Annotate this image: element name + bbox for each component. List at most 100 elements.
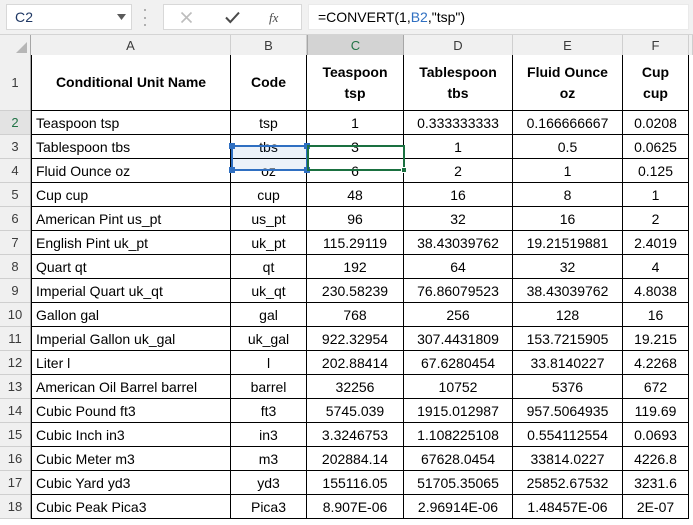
cell-B15[interactable]: in3 (231, 423, 307, 447)
cell-F18[interactable]: 2E-07 (623, 495, 689, 519)
cell-D17[interactable]: 51705.35065 (404, 471, 513, 495)
cell-D9[interactable]: 76.86079523 (404, 279, 513, 303)
row-header-3[interactable]: 3 (0, 135, 30, 159)
row-header-6[interactable]: 6 (0, 207, 30, 231)
cell-D16[interactable]: 67628.0454 (404, 447, 513, 471)
cell-C17[interactable]: 155116.05 (307, 471, 404, 495)
cell-B11[interactable]: uk_gal (231, 327, 307, 351)
cell-D12[interactable]: 67.6280454 (404, 351, 513, 375)
cell-F5[interactable]: 1 (623, 183, 689, 207)
cell-D8[interactable]: 64 (404, 255, 513, 279)
cell-B2[interactable]: tsp (231, 111, 307, 135)
cell-E18[interactable]: 1.48457E-06 (513, 495, 623, 519)
cell-C14[interactable]: 5745.039 (307, 399, 404, 423)
cell-A5[interactable]: Cup cup (31, 183, 231, 207)
cell-A6[interactable]: American Pint us_pt (31, 207, 231, 231)
row-header-4[interactable]: 4 (0, 159, 30, 183)
column-header-e[interactable]: E (513, 35, 623, 55)
cell-A8[interactable]: Quart qt (31, 255, 231, 279)
cell-B7[interactable]: uk_pt (231, 231, 307, 255)
cell-A15[interactable]: Cubic Inch in3 (31, 423, 231, 447)
cell-B4[interactable]: oz (231, 159, 307, 183)
cell-E9[interactable]: 38.43039762 (513, 279, 623, 303)
cell-F3[interactable]: 0.0625 (623, 135, 689, 159)
cell-D4[interactable]: 2 (404, 159, 513, 183)
cell-D11[interactable]: 307.4431809 (404, 327, 513, 351)
cell-E10[interactable]: 128 (513, 303, 623, 327)
cell-F8[interactable]: 4 (623, 255, 689, 279)
cell-B12[interactable]: l (231, 351, 307, 375)
cell-C13[interactable]: 32256 (307, 375, 404, 399)
cell-D3[interactable]: 1 (404, 135, 513, 159)
cell-A2[interactable]: Teaspoon tsp (31, 111, 231, 135)
cell-A11[interactable]: Imperial Gallon uk_gal (31, 327, 231, 351)
row-header-15[interactable]: 15 (0, 423, 30, 447)
cell-B9[interactable]: uk_qt (231, 279, 307, 303)
cell-F11[interactable]: 19.215 (623, 327, 689, 351)
cell-C7[interactable]: 115.29119 (307, 231, 404, 255)
cell-F13[interactable]: 672 (623, 375, 689, 399)
cell-E3[interactable]: 0.5 (513, 135, 623, 159)
cell-C9[interactable]: 230.58239 (307, 279, 404, 303)
cell-C6[interactable]: 96 (307, 207, 404, 231)
cell-D14[interactable]: 1915.012987 (404, 399, 513, 423)
cell-E8[interactable]: 32 (513, 255, 623, 279)
fx-icon[interactable]: fx (255, 5, 301, 29)
formula-input[interactable]: =CONVERT(1, B2 ,"tsp") (308, 4, 689, 30)
cell-C12[interactable]: 202.88414 (307, 351, 404, 375)
cell-A7[interactable]: English Pint uk_pt (31, 231, 231, 255)
cell-E4[interactable]: 1 (513, 159, 623, 183)
cell-B5[interactable]: cup (231, 183, 307, 207)
cell-E2[interactable]: 0.166666667 (513, 111, 623, 135)
cell-A18[interactable]: Cubic Peak Pica3 (31, 495, 231, 519)
row-header-16[interactable]: 16 (0, 447, 30, 471)
row-header-2[interactable]: 2 (0, 111, 30, 135)
cell-C11[interactable]: 922.32954 (307, 327, 404, 351)
cell-A17[interactable]: Cubic Yard yd3 (31, 471, 231, 495)
cell-B8[interactable]: qt (231, 255, 307, 279)
row-header-1[interactable]: 1 (0, 55, 30, 111)
cell-C2[interactable]: 1 (307, 111, 404, 135)
column-header-f[interactable]: F (623, 35, 689, 55)
cell-E6[interactable]: 16 (513, 207, 623, 231)
cell-D5[interactable]: 16 (404, 183, 513, 207)
chevron-down-icon[interactable] (111, 14, 131, 20)
row-header-17[interactable]: 17 (0, 471, 30, 495)
row-header-7[interactable]: 7 (0, 231, 30, 255)
cell-C10[interactable]: 768 (307, 303, 404, 327)
cell-E5[interactable]: 8 (513, 183, 623, 207)
cell-E11[interactable]: 153.7215905 (513, 327, 623, 351)
cell-E15[interactable]: 0.554112554 (513, 423, 623, 447)
header-cell-B1[interactable]: Code (231, 55, 307, 111)
cell-F16[interactable]: 4226.8 (623, 447, 689, 471)
name-box[interactable]: C2 (6, 4, 132, 30)
cell-C5[interactable]: 48 (307, 183, 404, 207)
cell-B13[interactable]: barrel (231, 375, 307, 399)
check-icon[interactable] (210, 5, 256, 29)
cell-D10[interactable]: 256 (404, 303, 513, 327)
row-header-10[interactable]: 10 (0, 303, 30, 327)
cell-F2[interactable]: 0.0208 (623, 111, 689, 135)
cell-F4[interactable]: 0.125 (623, 159, 689, 183)
row-header-8[interactable]: 8 (0, 255, 30, 279)
cell-E16[interactable]: 33814.0227 (513, 447, 623, 471)
cell-A3[interactable]: Tablespoon tbs (31, 135, 231, 159)
header-cell-C1[interactable]: Teaspoon tsp (307, 55, 404, 111)
cell-C15[interactable]: 3.3246753 (307, 423, 404, 447)
row-header-18[interactable]: 18 (0, 495, 30, 519)
cell-C16[interactable]: 202884.14 (307, 447, 404, 471)
cell-A14[interactable]: Cubic Pound ft3 (31, 399, 231, 423)
cell-A9[interactable]: Imperial Quart uk_qt (31, 279, 231, 303)
cell-D18[interactable]: 2.96914E-06 (404, 495, 513, 519)
cell-F15[interactable]: 0.0693 (623, 423, 689, 447)
row-header-13[interactable]: 13 (0, 375, 30, 399)
row-header-5[interactable]: 5 (0, 183, 30, 207)
row-header-11[interactable]: 11 (0, 327, 30, 351)
cell-D6[interactable]: 32 (404, 207, 513, 231)
cell-B17[interactable]: yd3 (231, 471, 307, 495)
cell-A13[interactable]: American Oil Barrel barrel (31, 375, 231, 399)
cell-D2[interactable]: 0.333333333 (404, 111, 513, 135)
cell-C3[interactable]: 3 (307, 135, 404, 159)
cell-E13[interactable]: 5376 (513, 375, 623, 399)
header-cell-F1[interactable]: Cup cup (623, 55, 689, 111)
